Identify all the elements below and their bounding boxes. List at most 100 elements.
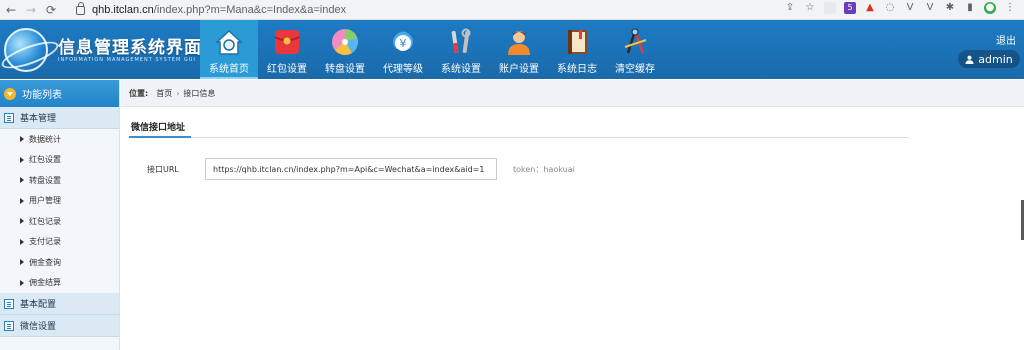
collapse-circle-icon[interactable] [4, 87, 16, 100]
item-label: 佣金结算 [29, 278, 61, 288]
breadcrumb-current: 接口信息 [183, 88, 216, 98]
logout-link[interactable]: 退出 [996, 32, 1016, 47]
yen-coin-icon: ¥ [387, 26, 419, 58]
token-text: token：haokuai [513, 165, 575, 174]
profile-avatar[interactable]: ● [984, 2, 996, 14]
username: admin [978, 52, 1013, 66]
nav-label: 系统首页 [209, 64, 249, 75]
nav-item-account-settings[interactable]: 账户设置 [490, 20, 548, 79]
item-label: 支付记录 [29, 237, 61, 247]
api-url-label: 接口URL [147, 165, 179, 174]
group-label: 微信设置 [20, 322, 57, 332]
globe-logo-icon [4, 28, 48, 72]
nav-item-red-envelope[interactable]: 红包设置 [258, 20, 316, 79]
sidebar-item-red-envelope-settings[interactable]: 红包设置 [0, 150, 119, 171]
sidebar-group-wechat-settings[interactable]: 微信设置 [0, 315, 119, 337]
caret-right-icon [20, 259, 24, 266]
caret-right-icon [20, 136, 24, 143]
main-nav: 系统首页 红包设置 转盘设置 ¥ 代理等级 系统设置 账户设置 系统日志 清空缓… [200, 20, 664, 79]
share-icon[interactable]: ⇪ [784, 2, 796, 14]
api-url-input[interactable] [205, 158, 497, 180]
nav-label: 系统日志 [557, 64, 597, 75]
extension-icon[interactable] [824, 2, 836, 14]
caret-right-icon [20, 197, 24, 204]
puzzle-icon[interactable]: ✱ [944, 2, 956, 14]
sidebar-item-payment-records[interactable]: 支付记录 [0, 232, 119, 253]
sidepanel-icon[interactable]: ▮ [964, 2, 976, 14]
extension-bar: ⇪ ☆ 5 ▲ ◌ V V ✱ ▮ ● ⋮ [784, 2, 1016, 14]
caret-right-icon [20, 156, 24, 163]
sidebar-group-basic-config[interactable]: 基本配置 [0, 293, 119, 315]
breadcrumb-label: 位置: [129, 88, 149, 98]
logo-title: 信息管理系统界面 [58, 38, 202, 58]
nav-item-home[interactable]: 系统首页 [200, 20, 258, 79]
list-icon [4, 320, 14, 331]
item-label: 转盘设置 [29, 175, 61, 185]
sidebar-item-commission-settlement[interactable]: 佣金结算 [0, 273, 119, 294]
extension-v-icon[interactable]: V [904, 2, 916, 14]
book-icon [561, 26, 593, 58]
browser-toolbar: ← → ⟳ qhb.itclan.cn/index.php?m=Mana&c=I… [0, 0, 1024, 20]
nav-item-agent-level[interactable]: ¥ 代理等级 [374, 20, 432, 79]
forward-icon[interactable]: → [22, 1, 40, 19]
item-label: 数据统计 [29, 134, 61, 144]
nav-label: 账户设置 [499, 64, 539, 75]
main-content: 位置: 首页 › 接口信息 微信接口地址 接口URL token：haokuai [121, 80, 1024, 350]
item-label: 用户管理 [29, 196, 61, 206]
breadcrumb-home[interactable]: 首页 [156, 88, 172, 99]
breadcrumb: 位置: 首页 › 接口信息 [121, 80, 1024, 107]
caret-right-icon [20, 279, 24, 286]
extension-red-icon[interactable]: ▲ [864, 2, 876, 14]
nav-label: 代理等级 [383, 64, 423, 75]
extension-circle-icon[interactable]: ◌ [884, 2, 896, 14]
nav-label: 清空缓存 [615, 64, 655, 75]
home-icon [213, 26, 245, 58]
nav-item-system-log[interactable]: 系统日志 [548, 20, 606, 79]
sidebar-item-user-management[interactable]: 用户管理 [0, 191, 119, 212]
svg-text:¥: ¥ [400, 37, 407, 50]
compass-icon [619, 26, 651, 58]
lock-icon [76, 2, 85, 15]
app-header: 信息管理系统界面 INFORMATION MANAGEMENT SYSTEM G… [0, 20, 1024, 79]
wheel-icon [329, 26, 361, 58]
nav-item-wheel[interactable]: 转盘设置 [316, 20, 374, 79]
item-label: 红包记录 [29, 216, 61, 226]
caret-right-icon [20, 238, 24, 245]
nav-item-clear-cache[interactable]: 清空缓存 [606, 20, 664, 79]
caret-right-icon [20, 177, 24, 184]
group-label: 基本配置 [20, 300, 57, 310]
sidebar-item-data-statistics[interactable]: 数据统计 [0, 129, 119, 150]
url-host: qhb.itclan.cn [92, 3, 154, 16]
nav-item-system-settings[interactable]: 系统设置 [432, 20, 490, 79]
group-label: 基本管理 [20, 114, 57, 124]
address-bar[interactable]: qhb.itclan.cn/index.php?m=Mana&c=Index&a… [70, 1, 810, 18]
section-title: 微信接口地址 [131, 123, 186, 133]
sidebar-title: 功能列表 [22, 90, 62, 101]
nav-label: 系统设置 [441, 64, 481, 75]
breadcrumb-separator: › [176, 88, 180, 98]
bookmark-star-icon[interactable]: ☆ [804, 2, 816, 14]
reload-icon[interactable]: ⟳ [42, 1, 60, 19]
nav-label: 红包设置 [267, 64, 307, 75]
sidebar-header: 功能列表 [0, 80, 119, 107]
sidebar-item-commission-query[interactable]: 佣金查询 [0, 252, 119, 273]
user-small-icon [965, 55, 974, 64]
section-title-underline [129, 136, 191, 138]
sidebar-item-wheel-settings[interactable]: 转盘设置 [0, 170, 119, 191]
back-icon[interactable]: ← [2, 1, 20, 19]
url-path: /index.php?m=Mana&c=Index&a=index [153, 3, 347, 16]
user-menu[interactable]: admin [958, 50, 1020, 68]
caret-right-icon [20, 218, 24, 225]
section-divider [129, 137, 909, 138]
sidebar: 功能列表 基本管理 数据统计 红包设置 转盘设置 用户管理 红包记录 支付记录 … [0, 80, 120, 350]
logo: 信息管理系统界面 INFORMATION MANAGEMENT SYSTEM G… [0, 20, 201, 79]
red-envelope-icon [271, 26, 303, 58]
user-icon [503, 26, 535, 58]
extension-v2-icon[interactable]: V [924, 2, 936, 14]
list-icon [4, 298, 14, 309]
sidebar-group-basic-management[interactable]: 基本管理 [0, 107, 119, 129]
sidebar-item-red-envelope-records[interactable]: 红包记录 [0, 211, 119, 232]
extension-badge-icon[interactable]: 5 [844, 2, 856, 14]
item-label: 红包设置 [29, 155, 61, 165]
menu-icon[interactable]: ⋮ [1004, 2, 1016, 14]
